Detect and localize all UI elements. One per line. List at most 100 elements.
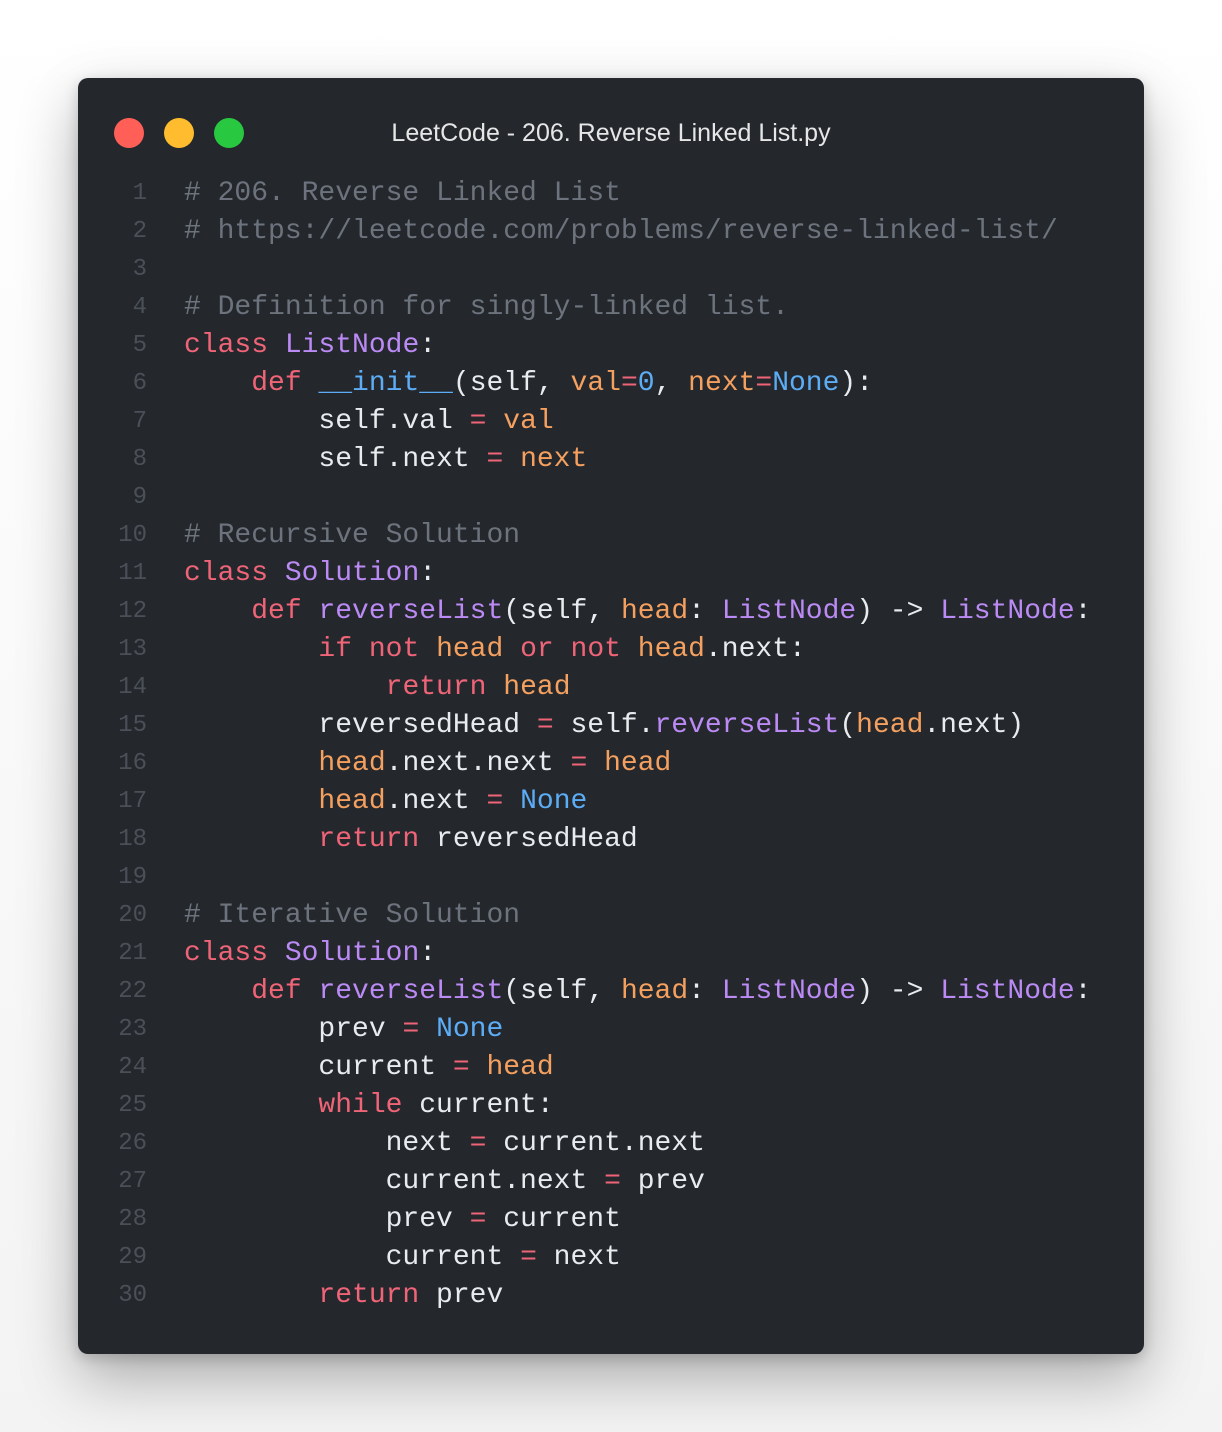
code-token: reverseList — [318, 596, 504, 627]
line-number: 3 — [132, 256, 147, 283]
code-token: None — [772, 368, 840, 399]
code-line[interactable]: 16 head.next.next = head — [78, 745, 1144, 783]
line-number: 6 — [132, 370, 147, 397]
code-token: not — [570, 634, 621, 665]
code-line[interactable]: 8 self.next = next — [78, 441, 1144, 479]
code-token: # Definition for singly-linked list. — [184, 292, 789, 323]
code-line[interactable]: 29 current = next — [78, 1239, 1144, 1277]
code-line[interactable]: 19 — [78, 859, 1144, 897]
code-token: return — [318, 824, 420, 855]
code-token: prev — [620, 1166, 705, 1197]
code-line[interactable]: 28 prev = current — [78, 1201, 1144, 1239]
code-token: ): — [839, 368, 874, 399]
code-line[interactable]: 5 class ListNode: — [78, 327, 1144, 365]
code-token: current.next — [486, 1128, 705, 1159]
code-line[interactable]: 9 — [78, 479, 1144, 517]
code-token: ListNode — [284, 330, 420, 361]
code-line[interactable]: 13 if not head or not head.next: — [78, 631, 1144, 669]
code-line[interactable]: 18 return reversedHead — [78, 821, 1144, 859]
code-text: return head — [184, 669, 571, 707]
code-line[interactable]: 11 class Solution: — [78, 555, 1144, 593]
code-line[interactable]: 22 def reverseList(self, head: ListNode)… — [78, 973, 1144, 1011]
code-token: while — [318, 1090, 403, 1121]
code-text: # Recursive Solution — [184, 517, 520, 555]
code-token: prev — [184, 1204, 470, 1235]
code-line[interactable]: 23 prev = None — [78, 1011, 1144, 1049]
line-number: 14 — [118, 674, 147, 701]
code-token: head — [318, 786, 386, 817]
code-token: = — [570, 748, 588, 779]
code-line[interactable]: 1 # 206. Reverse Linked List — [78, 175, 1144, 213]
code-text: self.val = val — [184, 403, 553, 441]
code-token: .next: — [704, 634, 806, 665]
code-token: self — [520, 596, 588, 627]
line-number: 10 — [118, 522, 147, 549]
code-token: : — [1074, 976, 1092, 1007]
code-token: = — [486, 444, 504, 475]
code-token: = — [452, 1052, 470, 1083]
code-text: current.next = prev — [184, 1163, 705, 1201]
line-number: 25 — [118, 1092, 147, 1119]
code-token: reversedHead — [419, 824, 638, 855]
code-line[interactable]: 27 current.next = prev — [78, 1163, 1144, 1201]
code-token: ) -> — [856, 976, 941, 1007]
code-token: next — [184, 1128, 470, 1159]
code-line[interactable]: 7 self.val = val — [78, 403, 1144, 441]
code-line[interactable]: 24 current = head — [78, 1049, 1144, 1087]
code-line[interactable]: 25 while current: — [78, 1087, 1144, 1125]
code-token: ( — [452, 368, 470, 399]
code-line[interactable]: 2 # https://leetcode.com/problems/reverse… — [78, 213, 1144, 251]
code-token: reversedHead — [184, 710, 537, 741]
code-token: # Iterative Solution — [184, 900, 521, 931]
code-line[interactable]: 6 def __init__(self, val=0, next=None): — [78, 365, 1144, 403]
code-token: , — [587, 976, 621, 1007]
code-line[interactable]: 3 — [78, 251, 1144, 289]
code-line[interactable]: 21 class Solution: — [78, 935, 1144, 973]
code-token: : — [1074, 596, 1092, 627]
code-token: head — [856, 710, 924, 741]
line-number: 4 — [132, 294, 147, 321]
line-number: 24 — [118, 1054, 147, 1081]
code-line[interactable]: 14 return head — [78, 669, 1144, 707]
code-text: # Definition for singly-linked list. — [184, 289, 789, 327]
code-line[interactable]: 15 reversedHead = self.reverseList(head.… — [78, 707, 1144, 745]
code-token: if — [318, 634, 353, 665]
code-token: head — [503, 672, 571, 703]
code-line[interactable]: 17 head.next = None — [78, 783, 1144, 821]
code-token: head — [620, 596, 689, 627]
code-text: class Solution: — [184, 935, 436, 973]
line-number: 16 — [118, 750, 147, 777]
code-token: current.next — [184, 1166, 605, 1197]
code-token: ( — [503, 976, 521, 1007]
code-text: def __init__(self, val=0, next=None): — [184, 365, 873, 403]
code-token: ( — [503, 596, 521, 627]
code-token: , — [587, 596, 621, 627]
code-token: Solution — [284, 558, 420, 589]
line-number: 21 — [118, 940, 147, 967]
code-token: head — [486, 1052, 554, 1083]
code-token: reverseList — [318, 976, 504, 1007]
code-token: prev — [184, 1014, 403, 1045]
code-line[interactable]: 30 return prev — [78, 1277, 1144, 1315]
code-line[interactable]: 10 # Recursive Solution — [78, 517, 1144, 555]
code-line[interactable]: 20 # Iterative Solution — [78, 897, 1144, 935]
code-line[interactable]: 26 next = current.next — [78, 1125, 1144, 1163]
code-line[interactable]: 4 # Definition for singly-linked list. — [78, 289, 1144, 327]
code-token: = — [402, 1014, 420, 1045]
code-token: ListNode — [940, 976, 1075, 1007]
code-text: # Iterative Solution — [184, 897, 520, 935]
code-token: = — [536, 710, 554, 741]
code-line[interactable]: 12 def reverseList(self, head: ListNode)… — [78, 593, 1144, 631]
line-number: 5 — [132, 332, 147, 359]
code-text: return reversedHead — [184, 821, 638, 859]
code-token: ListNode — [940, 596, 1075, 627]
code-token: = — [486, 786, 504, 817]
line-number: 18 — [118, 826, 147, 853]
